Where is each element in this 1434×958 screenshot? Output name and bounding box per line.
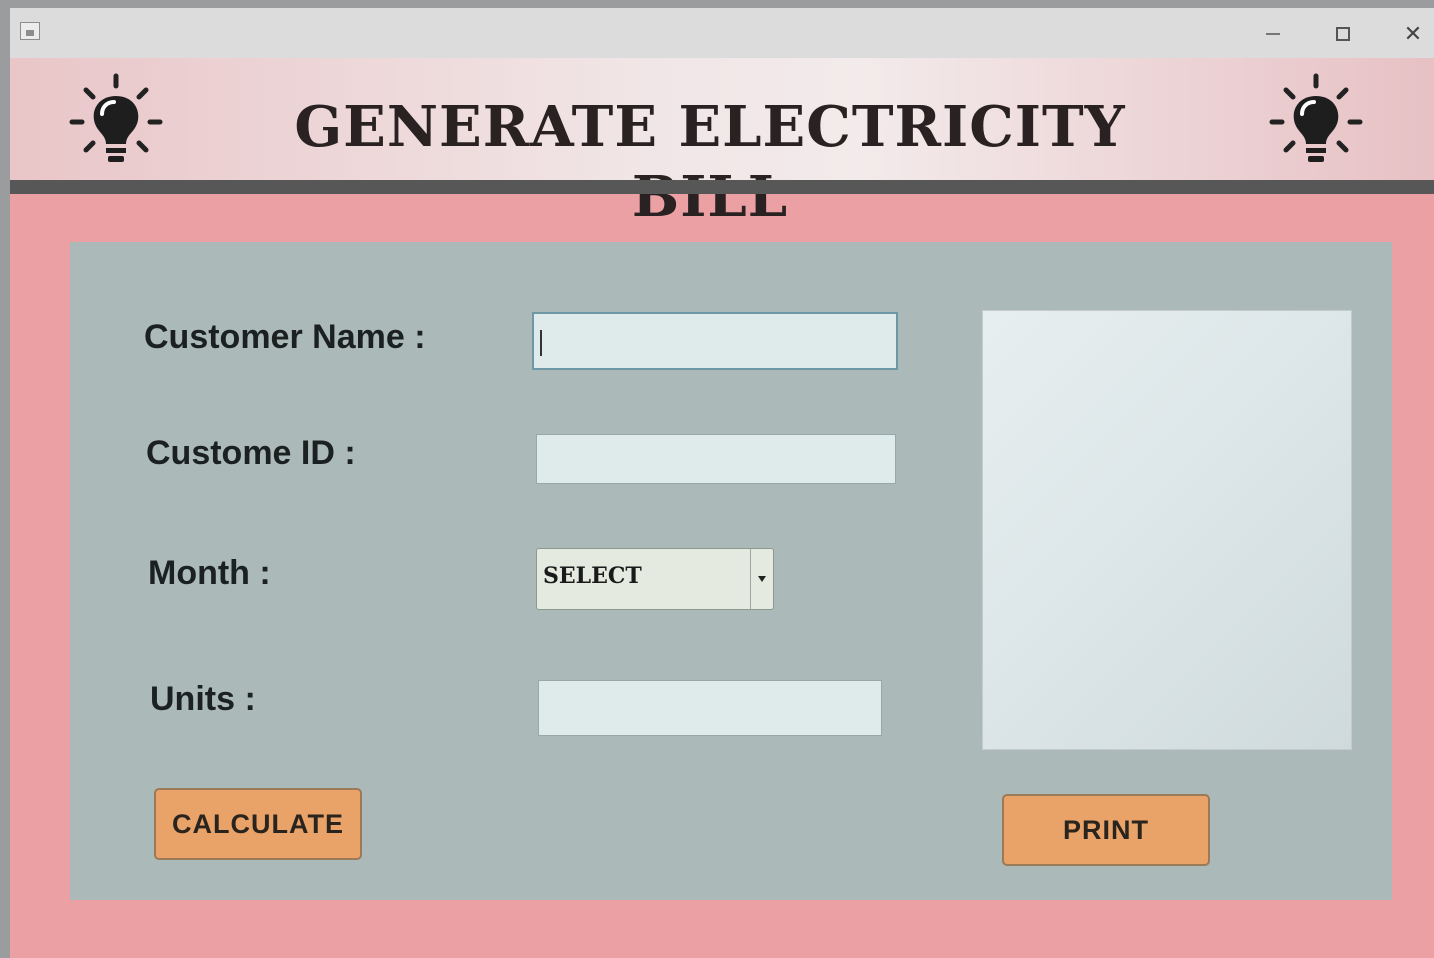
customer-id-label: Custome ID : xyxy=(146,434,356,472)
print-button[interactable]: PRINT xyxy=(1002,794,1210,866)
minimize-button[interactable] xyxy=(1248,20,1298,48)
lightbulb-icon xyxy=(69,73,163,162)
text-cursor xyxy=(540,330,542,356)
maximize-button[interactable] xyxy=(1318,20,1368,48)
chevron-down-icon xyxy=(758,576,766,582)
lightbulb-icon xyxy=(1269,73,1363,162)
customer-name-label: Customer Name : xyxy=(144,318,426,356)
calculate-button[interactable]: CALCULATE xyxy=(154,788,362,860)
customer-name-input[interactable] xyxy=(532,312,898,370)
page-title: GENERATE ELECTRICITY BILL xyxy=(294,94,1126,230)
month-select-value: SELECT xyxy=(543,563,642,589)
java-app-icon[interactable] xyxy=(20,22,40,40)
month-select[interactable]: SELECT xyxy=(536,548,774,610)
minimize-icon xyxy=(1266,33,1280,35)
bill-form-panel: Customer Name : Custome ID : Month : SEL… xyxy=(70,242,1392,900)
month-label: Month : xyxy=(148,554,271,592)
maximize-icon xyxy=(1336,27,1350,41)
page-header: GENERATE ELECTRICITY BILL xyxy=(10,58,1434,230)
close-button[interactable]: ✕ xyxy=(1388,20,1434,48)
units-label: Units : xyxy=(150,680,256,718)
dropdown-arrow-button[interactable] xyxy=(750,549,773,609)
customer-id-input[interactable] xyxy=(536,434,896,484)
bill-output-area[interactable] xyxy=(982,310,1352,750)
title-bar: ✕ xyxy=(10,8,1434,58)
header-divider xyxy=(10,180,1434,194)
close-icon: ✕ xyxy=(1403,21,1423,47)
units-input[interactable] xyxy=(538,680,882,736)
application-window: ✕ GENERATE ELECTRICITY BILL Customer Nam… xyxy=(10,8,1434,958)
